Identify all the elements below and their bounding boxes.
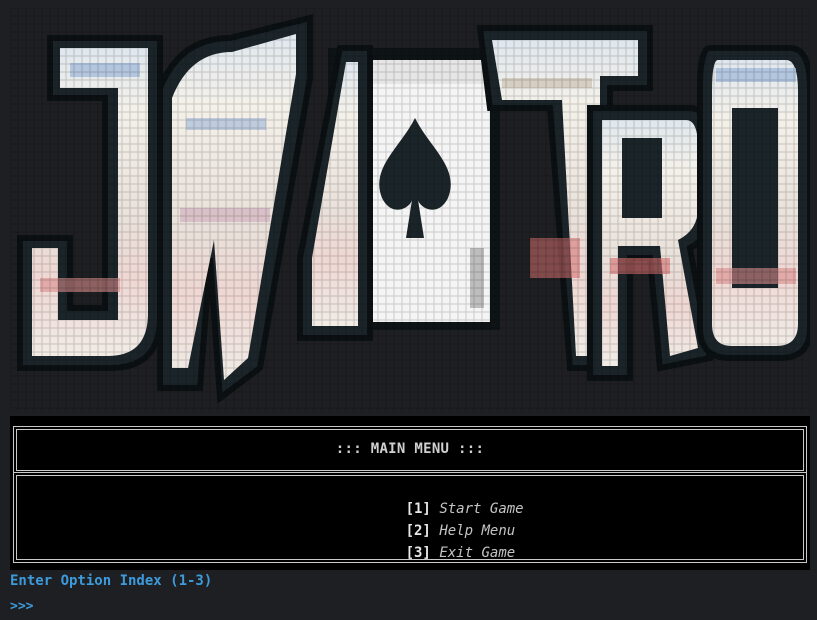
prompt-label: Enter Option Index (1-3)	[10, 573, 213, 589]
menu-option-exit-game[interactable]: [3] Exit Game	[355, 529, 516, 577]
terminal-window: ::: MAIN MENU ::: [1] Start Game [2] Hel…	[0, 0, 817, 620]
prompt-symbol: >>>	[10, 598, 34, 614]
game-logo	[10, 8, 810, 413]
main-menu-panel: ::: MAIN MENU ::: [1] Start Game [2] Hel…	[10, 416, 810, 570]
menu-option-label: Exit Game	[439, 545, 516, 561]
command-input[interactable]: >>>	[10, 596, 800, 616]
menu-title: ::: MAIN MENU :::	[335, 441, 485, 457]
menu-option-index: [3]	[405, 545, 431, 561]
